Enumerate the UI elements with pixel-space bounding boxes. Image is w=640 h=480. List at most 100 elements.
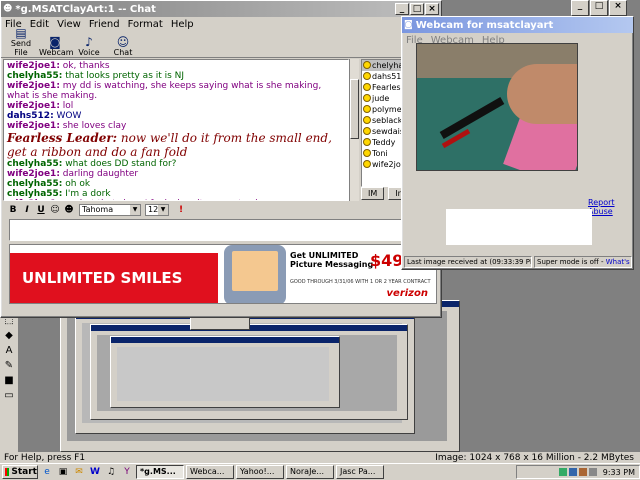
webcam-icon: ◙: [49, 35, 61, 49]
message-text: oh ok: [62, 179, 91, 189]
emoticon-icon[interactable]: ☻: [63, 204, 75, 216]
chat-minimize-button[interactable]: _: [395, 3, 409, 15]
message-author[interactable]: wife2joe1:: [7, 199, 60, 200]
user-list-item[interactable]: seblack9: [362, 115, 404, 126]
desktop-icon[interactable]: ▣: [56, 466, 70, 478]
chat-maximize-button[interactable]: □: [410, 3, 424, 15]
message-author[interactable]: Fearless Leader:: [7, 131, 117, 145]
menu-friend[interactable]: Friend: [89, 19, 120, 30]
minimize-button[interactable]: _: [571, 0, 589, 16]
menu-help[interactable]: Help: [171, 19, 194, 30]
volume-icon[interactable]: [588, 468, 597, 476]
message-author[interactable]: wife2joe1:: [7, 101, 60, 111]
font-name-value: Tahoma: [82, 205, 114, 214]
user-name: Toni: [372, 149, 388, 158]
message-input[interactable]: [9, 219, 437, 241]
scrollbar-thumb[interactable]: [350, 79, 359, 139]
message-author[interactable]: chelyha55:: [7, 159, 62, 169]
maximize-button[interactable]: □: [590, 0, 608, 16]
message-author[interactable]: wife2joe1:: [7, 81, 60, 91]
whats-this-link[interactable]: What's this?: [606, 258, 631, 266]
help-hint: For Help, press F1: [4, 453, 86, 463]
message-scrollbar[interactable]: [349, 59, 359, 201]
chat-message: Fearless Leader: now we'll do it from th…: [7, 131, 345, 159]
smiley-icon[interactable]: ☺: [49, 204, 61, 216]
chat-window-icon: ☻: [3, 4, 13, 14]
italic-button[interactable]: I: [21, 204, 33, 216]
user-status-icon: [363, 160, 371, 168]
message-author[interactable]: chelyha55:: [7, 189, 62, 199]
task-yahoo[interactable]: Yahoo!...: [236, 465, 284, 479]
yahoo-icon[interactable]: Y: [120, 466, 134, 478]
clock[interactable]: 9:33 PM: [603, 468, 635, 477]
message-text: WOW: [53, 111, 82, 121]
chat-window-title: *g.MSATClayArt:1 -- Chat: [15, 3, 156, 15]
eraser-tool-icon[interactable]: ▭: [2, 389, 16, 402]
user-list-item[interactable]: Fearless: [362, 82, 404, 93]
paint-toolbox: ⬚ ◆ A ✎ ■ ▭: [0, 312, 18, 452]
message-author[interactable]: chelyha55:: [7, 71, 62, 81]
webcam-button[interactable]: ◙ Webcam: [39, 35, 74, 57]
font-name-select[interactable]: Tahoma ▼: [79, 204, 141, 216]
voice-button[interactable]: ♪ Voice: [73, 36, 105, 57]
taskbar: Start e ▣ ✉ W ♫ Y *g.MS... Webca... Yaho…: [0, 463, 640, 480]
menu-view[interactable]: View: [57, 19, 81, 30]
advertisement-banner[interactable]: UNLIMITED SMILES Get UNLIMITED Picture M…: [9, 244, 437, 304]
pen-tool-icon[interactable]: ✎: [2, 359, 16, 372]
word-icon[interactable]: W: [88, 466, 102, 478]
font-size-select[interactable]: 12 ▼: [145, 204, 169, 216]
message-author[interactable]: chelyha55:: [7, 179, 62, 189]
user-list-item[interactable]: polymerfa: [362, 104, 404, 115]
task-norajones[interactable]: NoraJe...: [286, 465, 334, 479]
task-chat[interactable]: *g.MS...: [136, 465, 184, 479]
underline-button[interactable]: U: [35, 204, 47, 216]
webcam-titlebar[interactable]: ◙ Webcam for msatclayart: [402, 17, 633, 33]
last-image-status: Last image received at (09:33:39 PM): [404, 255, 532, 268]
message-text: ok, thanks: [59, 61, 110, 71]
chat-toolbar: ▤ Send File ◙ Webcam ♪ Voice ☺ Chat: [1, 27, 441, 58]
close-button[interactable]: ×: [609, 0, 627, 16]
outlook-icon[interactable]: ✉: [72, 466, 86, 478]
message-history[interactable]: wife2joe1: ok, thanks chelyha55: that loo…: [3, 59, 349, 201]
tray-icon[interactable]: [568, 468, 577, 476]
message-author[interactable]: wife2joe1:: [7, 61, 60, 71]
media-icon[interactable]: ♫: [104, 466, 118, 478]
chat-button[interactable]: ☺ Chat: [107, 36, 139, 57]
text-tool-icon[interactable]: A: [2, 344, 16, 357]
user-list-item[interactable]: wife2joe1: [362, 159, 404, 170]
task-webcam[interactable]: Webca...: [186, 465, 234, 479]
user-status-icon: [363, 72, 371, 80]
ie-icon[interactable]: e: [40, 466, 54, 478]
alert-icon[interactable]: !: [175, 204, 187, 216]
user-list-item[interactable]: sewdaisy: [362, 126, 404, 137]
chat-close-button[interactable]: ×: [425, 3, 439, 15]
user-list-item[interactable]: Teddy: [362, 137, 404, 148]
user-list-item[interactable]: chelyha5: [362, 60, 404, 71]
menu-format[interactable]: Format: [128, 19, 163, 30]
chat-titlebar[interactable]: ☻ *g.MSATClayArt:1 -- Chat _ □ ×: [1, 1, 441, 17]
task-jasc-paint[interactable]: Jasc Pa...: [336, 465, 384, 479]
shape-tool-icon[interactable]: ■: [2, 374, 16, 387]
send-file-button[interactable]: ▤ Send File: [5, 27, 37, 57]
chat-menubar: File Edit View Friend Format Help: [1, 17, 441, 32]
user-list-item[interactable]: jude: [362, 93, 404, 104]
message-text: darling daughter: [59, 169, 139, 179]
message-author[interactable]: wife2joe1:: [7, 121, 60, 131]
message-author[interactable]: wife2joe1:: [7, 169, 60, 179]
user-list-item[interactable]: Toni: [362, 148, 404, 159]
report-abuse-link[interactable]: Report Abuse: [588, 198, 633, 216]
paint-window-controls: _ □ ×: [570, 0, 627, 16]
message-author[interactable]: dahs512:: [7, 111, 54, 121]
user-list[interactable]: chelyha5dahs512Fearless judepolymerfasebl…: [361, 59, 405, 187]
user-status-icon: [363, 138, 371, 146]
paint-bucket-icon[interactable]: ◆: [2, 329, 16, 342]
message-text: no, but thats how I feel when it comes t…: [60, 199, 269, 200]
user-list-item[interactable]: dahs512: [362, 71, 404, 82]
tray-icon[interactable]: [578, 468, 587, 476]
start-button[interactable]: Start: [2, 465, 38, 479]
tray-icon[interactable]: [558, 468, 567, 476]
user-status-icon: [363, 94, 371, 102]
bold-button[interactable]: B: [7, 204, 19, 216]
user-status-icon: [363, 61, 371, 69]
im-button[interactable]: IM: [361, 187, 385, 200]
